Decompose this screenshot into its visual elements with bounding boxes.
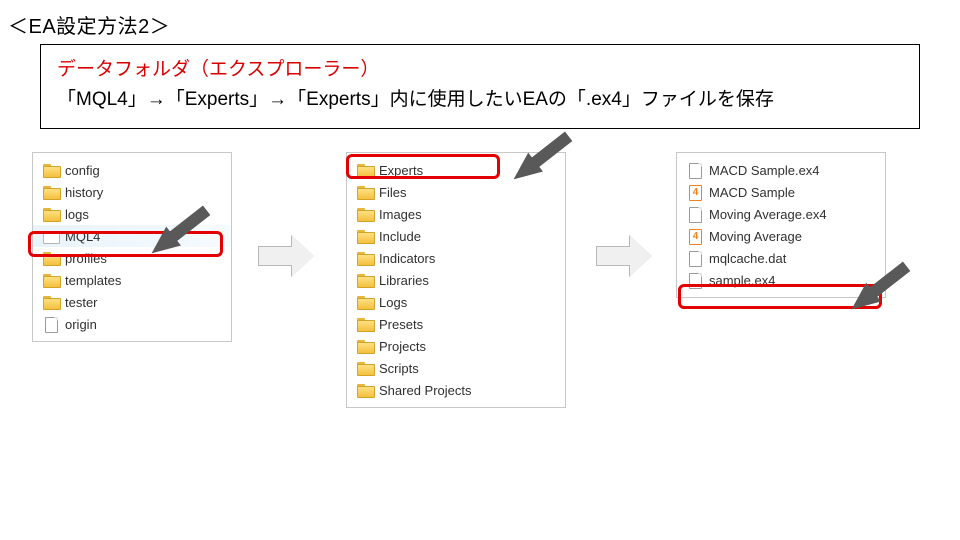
folder-icon — [43, 184, 59, 200]
folder-icon — [357, 250, 373, 266]
item-label: Experts — [379, 163, 423, 178]
list-item[interactable]: templates — [33, 269, 231, 291]
item-label: Presets — [379, 317, 423, 332]
step-arrow-icon — [258, 236, 318, 276]
item-label: history — [65, 185, 103, 200]
item-label: Files — [379, 185, 406, 200]
item-label: tester — [65, 295, 98, 310]
folder-icon — [357, 360, 373, 376]
item-label: Moving Average — [709, 229, 802, 244]
list-item[interactable]: Images — [347, 203, 565, 225]
list-item[interactable]: MACD Sample — [677, 181, 885, 203]
item-label: templates — [65, 273, 121, 288]
folder-icon — [43, 206, 59, 222]
item-label: MACD Sample.ex4 — [709, 163, 820, 178]
item-label: Include — [379, 229, 421, 244]
folder-icon — [357, 228, 373, 244]
folder-icon — [43, 250, 59, 266]
list-item[interactable]: mqlcache.dat — [677, 247, 885, 269]
file-icon — [687, 162, 703, 178]
folder-icon — [357, 162, 373, 178]
list-item[interactable]: Scripts — [347, 357, 565, 379]
list-item[interactable]: Moving Average — [677, 225, 885, 247]
file-icon — [687, 206, 703, 222]
item-label: profiles — [65, 251, 107, 266]
list-item[interactable]: Projects — [347, 335, 565, 357]
mt4-file-icon — [687, 228, 703, 244]
item-label: MQL4 — [65, 229, 100, 244]
list-item[interactable]: tester — [33, 291, 231, 313]
item-label: Moving Average.ex4 — [709, 207, 827, 222]
list-item[interactable]: config — [33, 159, 231, 181]
item-label: config — [65, 163, 100, 178]
folder-icon — [43, 294, 59, 310]
folder-icon — [357, 294, 373, 310]
folder-icon — [357, 382, 373, 398]
item-label: Images — [379, 207, 422, 222]
item-label: Scripts — [379, 361, 419, 376]
folder-icon — [357, 206, 373, 222]
page-title: ＜EA設定方法2＞ — [8, 10, 170, 39]
item-label: Indicators — [379, 251, 435, 266]
list-item[interactable]: MACD Sample.ex4 — [677, 159, 885, 181]
item-label: Projects — [379, 339, 426, 354]
list-item[interactable]: Shared Projects — [347, 379, 565, 401]
instruction-line2: 「MQL4」→「Experts」→「Experts」内に使用したいEAの「.ex… — [57, 85, 903, 115]
instruction-line1: データフォルダ（エクスプローラー） — [57, 55, 903, 85]
folder-icon — [357, 338, 373, 354]
list-item[interactable]: history — [33, 181, 231, 203]
item-label: sample.ex4 — [709, 273, 775, 288]
mt4-file-icon — [687, 184, 703, 200]
file-icon — [43, 316, 59, 332]
folder-icon — [43, 272, 59, 288]
item-label: Libraries — [379, 273, 429, 288]
list-item[interactable]: Moving Average.ex4 — [677, 203, 885, 225]
instruction-box: データフォルダ（エクスプローラー） 「MQL4」→「Experts」→「Expe… — [40, 44, 920, 129]
item-label: logs — [65, 207, 89, 222]
folder-icon — [43, 162, 59, 178]
file-icon — [687, 272, 703, 288]
list-item[interactable]: Libraries — [347, 269, 565, 291]
item-label: mqlcache.dat — [709, 251, 786, 266]
folder-icon — [357, 316, 373, 332]
list-item[interactable]: origin — [33, 313, 231, 335]
step-arrow-icon — [596, 236, 656, 276]
folder-panel-experts: MACD Sample.ex4 MACD Sample Moving Avera… — [676, 152, 886, 298]
item-label: Shared Projects — [379, 383, 472, 398]
item-label: MACD Sample — [709, 185, 795, 200]
list-item[interactable]: Logs — [347, 291, 565, 313]
list-item[interactable]: Include — [347, 225, 565, 247]
folder-icon — [357, 272, 373, 288]
list-item[interactable]: Presets — [347, 313, 565, 335]
file-icon — [687, 250, 703, 266]
folder-icon — [43, 228, 59, 244]
item-label: Logs — [379, 295, 407, 310]
item-label: origin — [65, 317, 97, 332]
list-item[interactable]: Indicators — [347, 247, 565, 269]
folder-icon — [357, 184, 373, 200]
